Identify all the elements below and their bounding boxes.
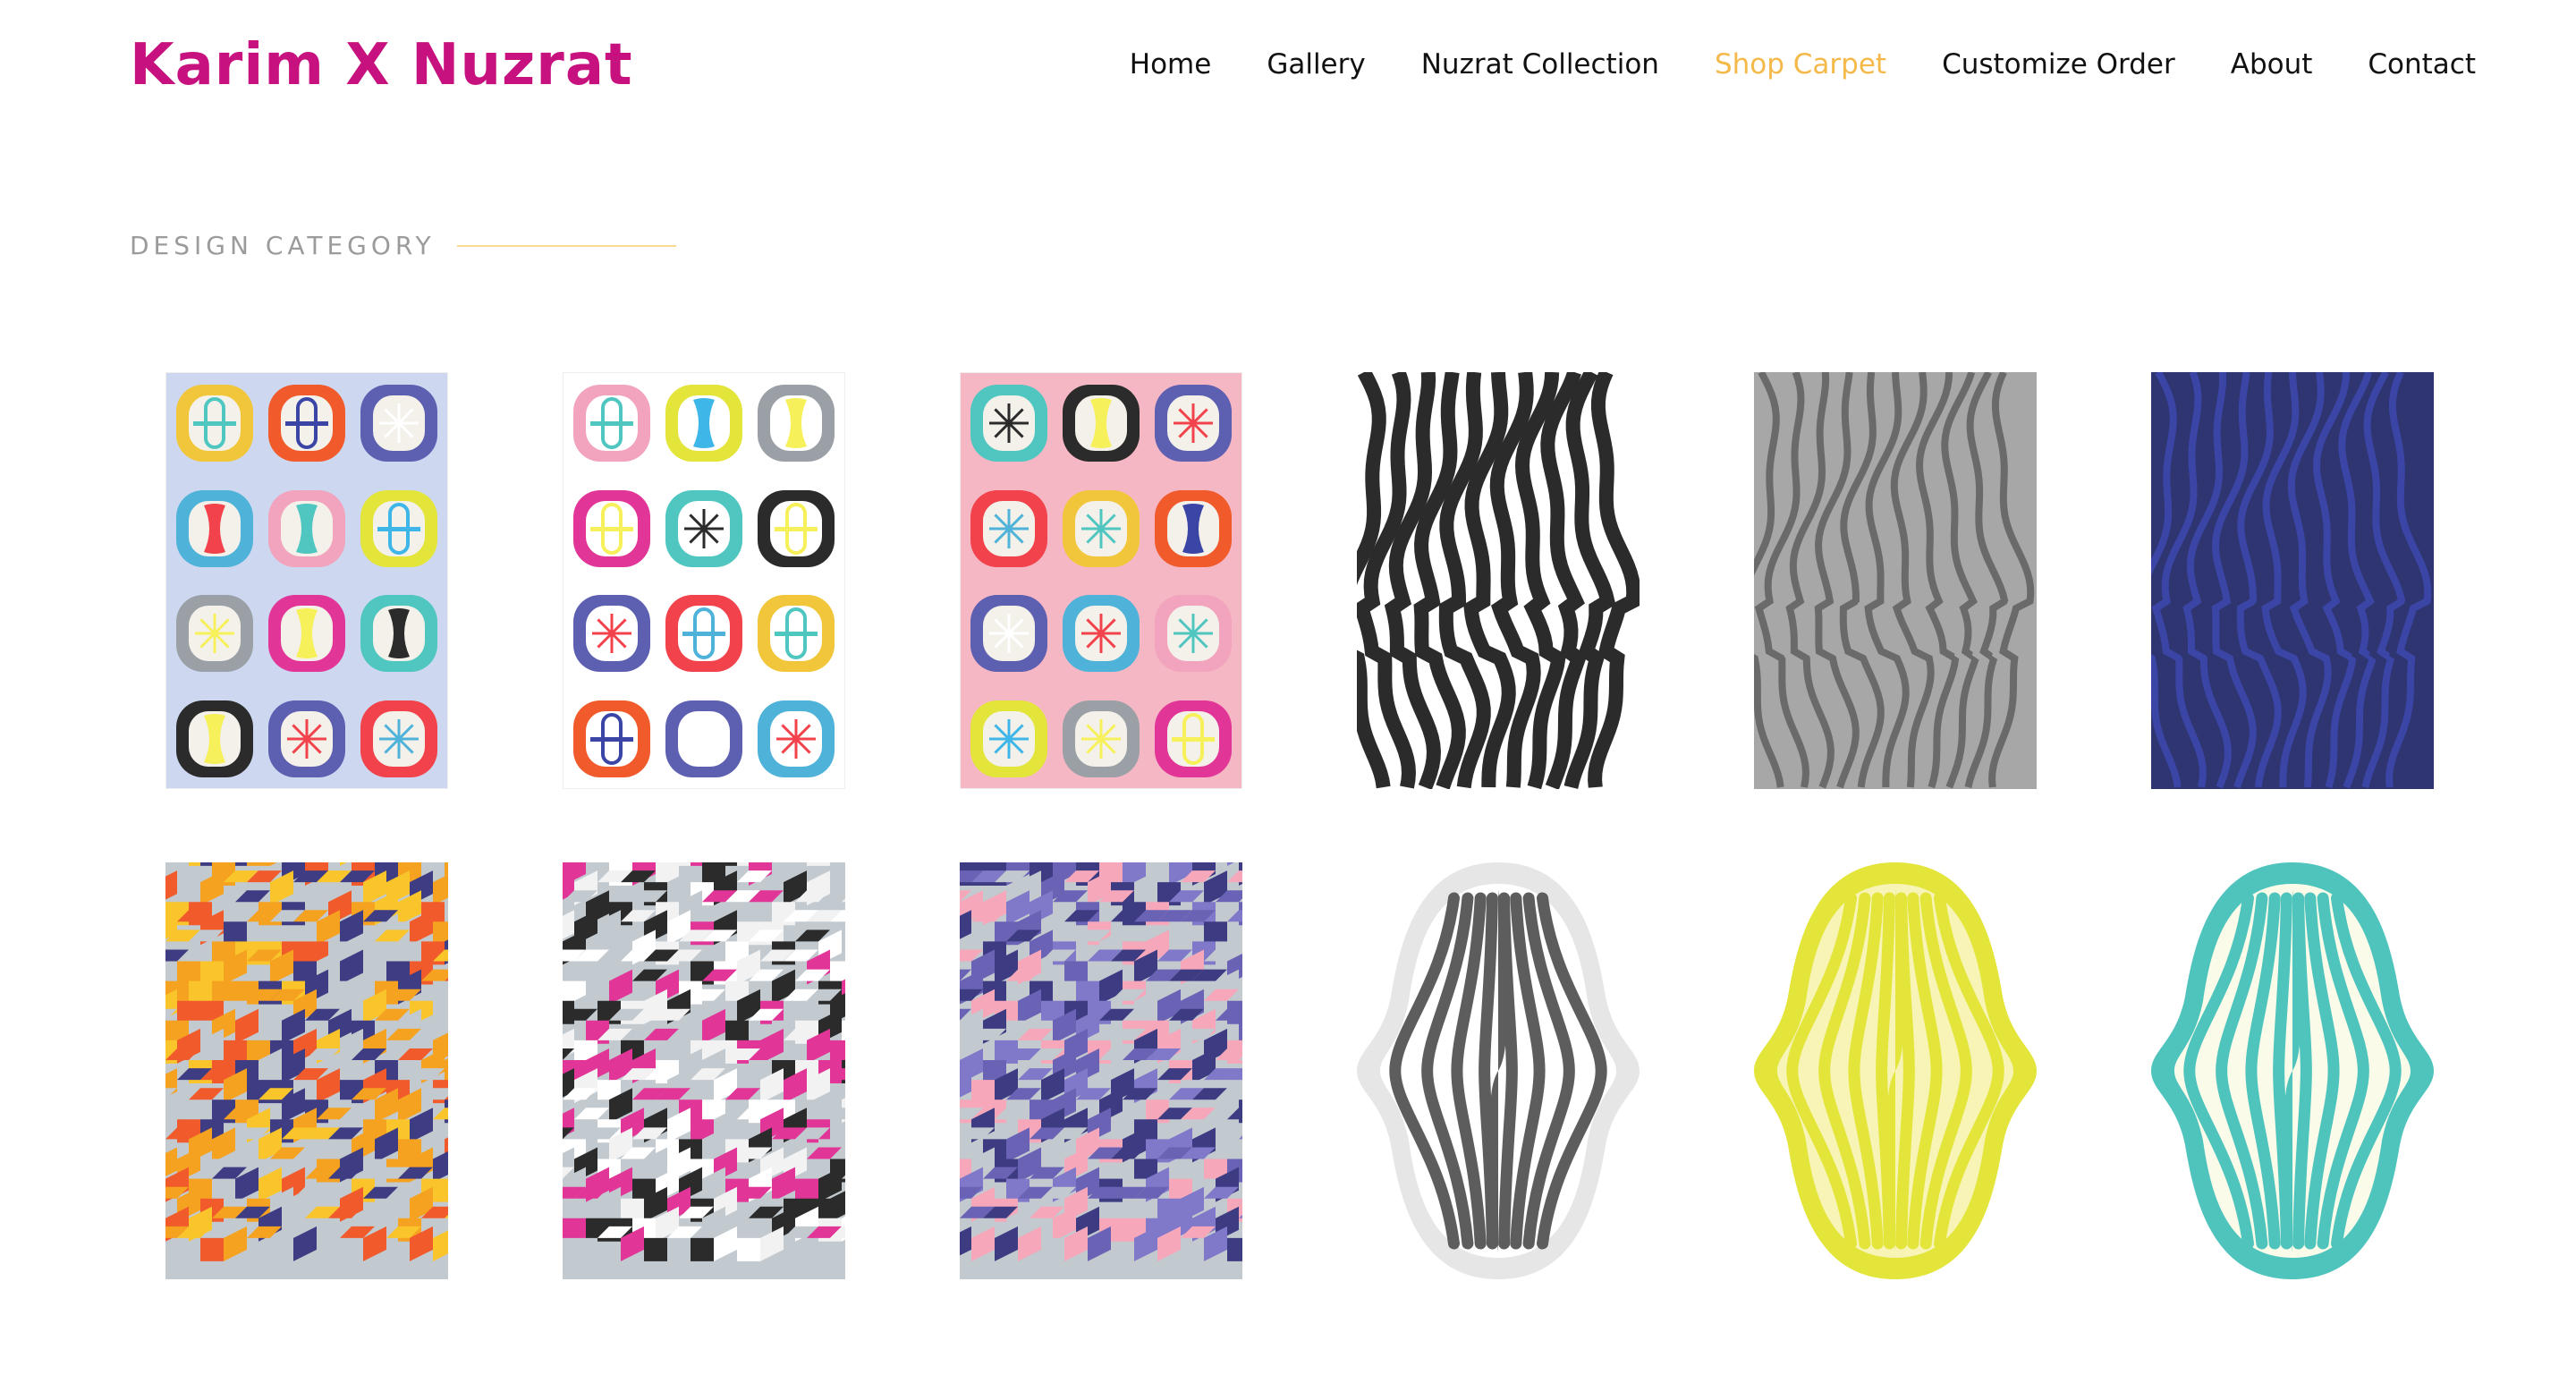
organic-stripe-lime-carpet[interactable] [1754,862,2037,1279]
isometric-yellow-navy-carpet[interactable] [165,862,448,1279]
pill-pattern-pink-carpet[interactable] [960,372,1242,789]
isometric-magenta-black-carpet[interactable] [563,862,845,1279]
pill-pattern-white-carpet-artwork [563,372,845,789]
wave-stripe-navy-carpet[interactable] [2151,372,2434,789]
section-title-rule [456,244,676,247]
pill-pattern-white-carpet[interactable] [563,372,845,789]
nav-contact[interactable]: Contact [2368,48,2476,81]
section-heading: DESIGN CATEGORY [130,231,676,260]
nav-about[interactable]: About [2231,48,2313,81]
brand-logo[interactable]: Karim X Nuzrat [130,32,633,98]
isometric-yellow-navy-carpet-artwork [165,862,448,1279]
wave-stripe-black-carpet[interactable] [1357,372,1640,789]
isometric-purple-pink-carpet[interactable] [960,862,1242,1279]
organic-stripe-grey-carpet[interactable] [1357,862,1640,1279]
organic-stripe-teal-carpet-artwork [2151,862,2434,1279]
wave-stripe-grey-carpet[interactable] [1754,372,2037,789]
nav-home[interactable]: Home [1130,48,1212,81]
nav-gallery[interactable]: Gallery [1267,48,1365,81]
section-title-text: DESIGN CATEGORY [130,231,436,260]
wave-stripe-black-carpet-artwork [1357,372,1640,789]
nav-nuzrat-collection[interactable]: Nuzrat Collection [1421,48,1659,81]
pill-pattern-periwinkle-carpet-artwork [165,372,448,789]
isometric-purple-pink-carpet-artwork [960,862,1242,1279]
organic-stripe-grey-carpet-artwork [1357,862,1640,1279]
pill-pattern-pink-carpet-artwork [960,372,1242,789]
nav-customize-order[interactable]: Customize Order [1942,48,2175,81]
organic-stripe-lime-carpet-artwork [1754,862,2037,1279]
main-nav: Home Gallery Nuzrat Collection Shop Carp… [1130,48,2476,81]
wave-stripe-navy-carpet-artwork [2151,372,2434,789]
wave-stripe-grey-carpet-artwork [1754,372,2037,789]
nav-shop-carpet[interactable]: Shop Carpet [1715,48,1886,81]
organic-stripe-teal-carpet[interactable] [2151,862,2434,1279]
pill-pattern-periwinkle-carpet[interactable] [165,372,448,789]
isometric-magenta-black-carpet-artwork [563,862,845,1279]
